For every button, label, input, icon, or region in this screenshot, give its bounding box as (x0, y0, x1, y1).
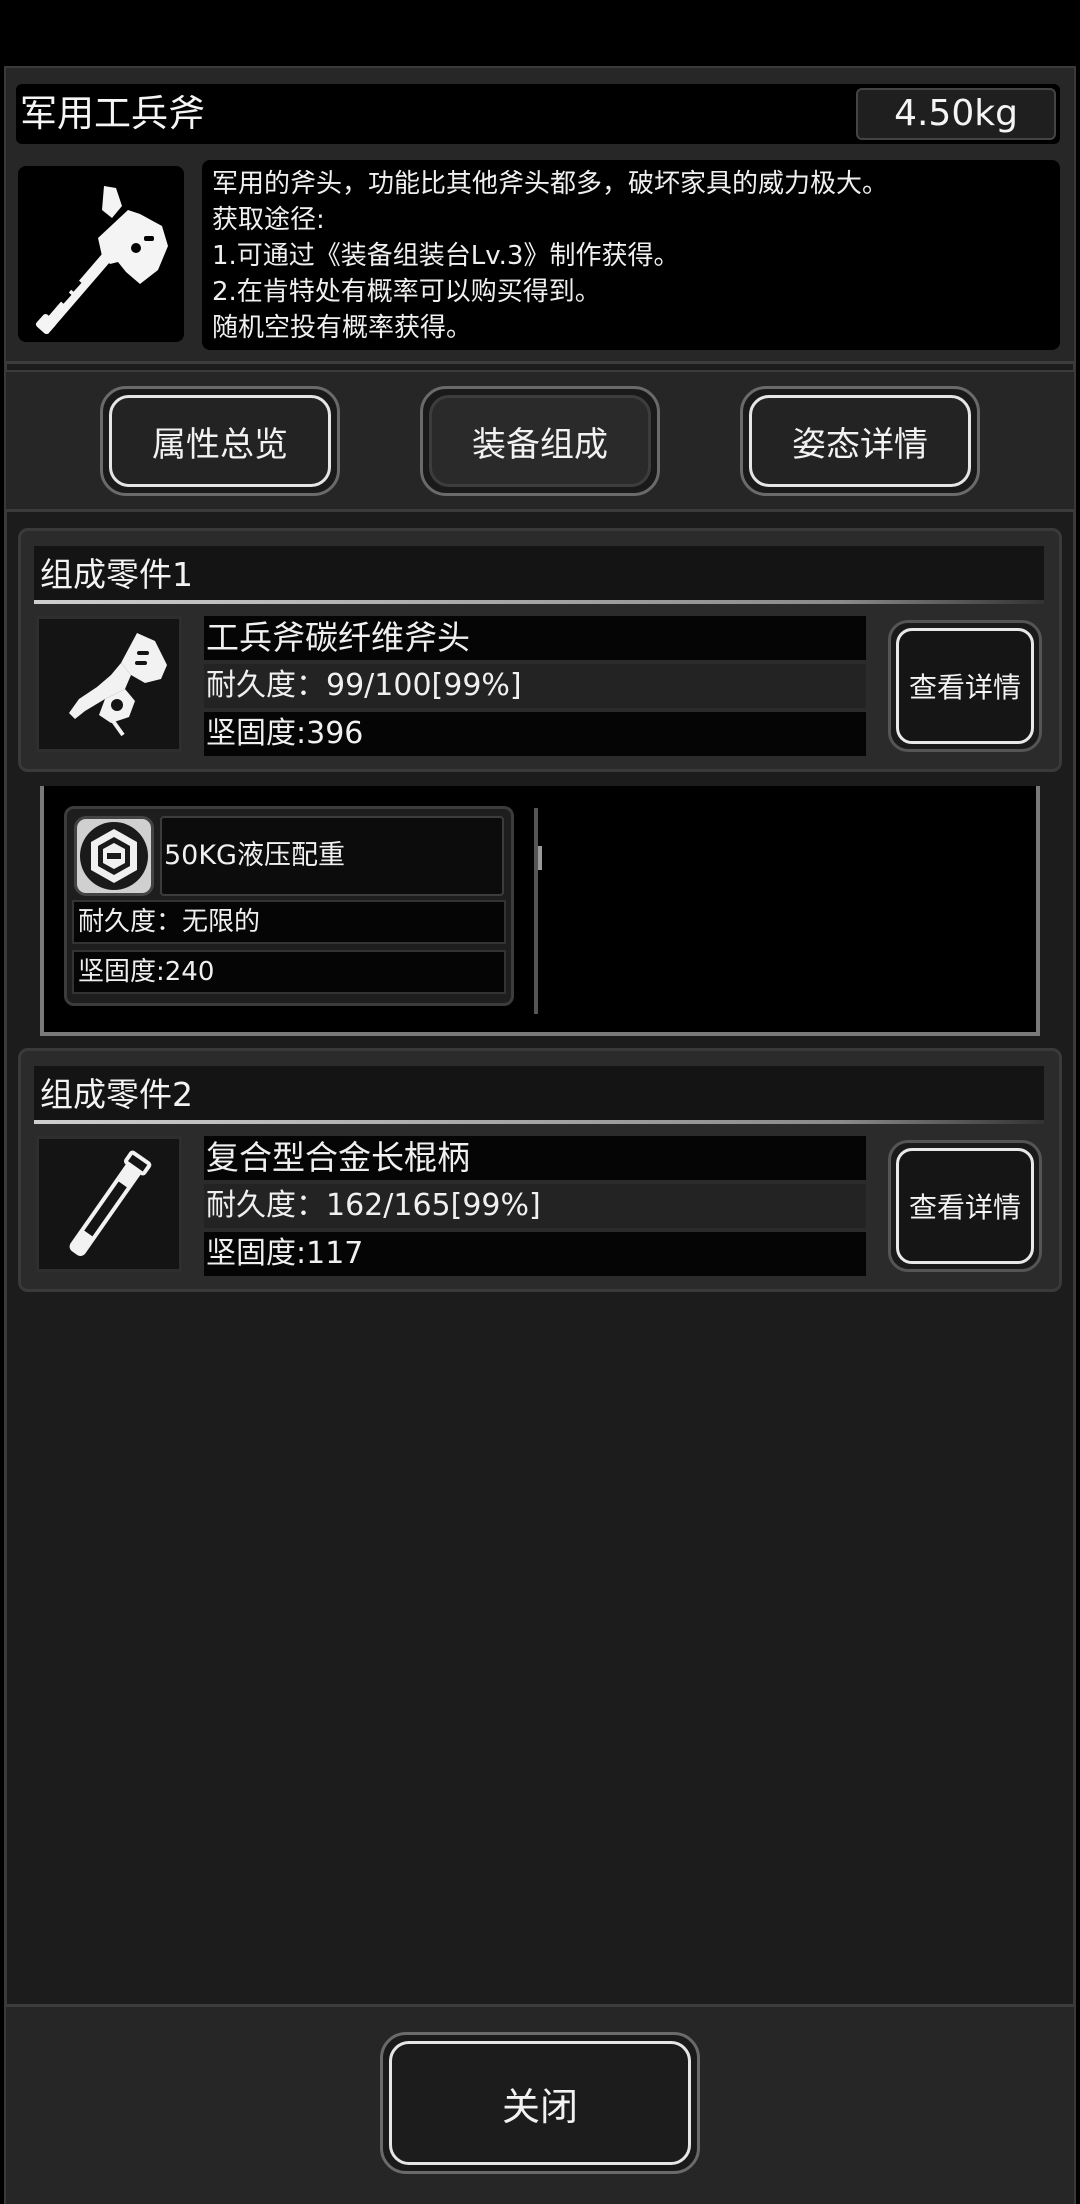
part-header-underline (34, 600, 1044, 604)
item-name: 军用工兵斧 (20, 92, 205, 135)
part-name: 复合型合金长棍柄 (204, 1136, 866, 1180)
hexagon-weight-icon (80, 822, 148, 890)
description-line: 随机空投有概率获得。 (212, 313, 473, 343)
part-header: 组成零件2 (34, 1066, 1044, 1124)
close-button-label: 关闭 (389, 2041, 691, 2165)
item-weight: 4.50kg (856, 88, 1056, 140)
part-header-underline (34, 1120, 1044, 1124)
tab-label: 装备组成 (429, 395, 651, 487)
description-line: 2.在肯特处有概率可以购买得到。 (212, 277, 601, 307)
sub-panel-scroll-indicator (538, 846, 542, 870)
handle-icon (69, 1150, 152, 1256)
tab-label: 姿态详情 (749, 395, 971, 487)
part-icon-frame (36, 1136, 182, 1272)
description-line: 获取途径: (212, 205, 325, 235)
axe-head-icon (69, 633, 167, 737)
tab-stance-details[interactable]: 姿态详情 (740, 386, 980, 496)
item-description: 军用的斧头，功能比其他斧头都多，破坏家具的威力极大。 获取途径: 1.可通过《装… (202, 160, 1060, 350)
item-icon-frame (18, 166, 184, 342)
part-firmness: 坚固度:117 (204, 1232, 866, 1276)
view-details-button[interactable]: 查看详情 (888, 620, 1042, 752)
part-durability: 耐久度：99/100[99%] (204, 664, 866, 708)
close-button[interactable]: 关闭 (380, 2032, 700, 2174)
part-firmness: 坚固度:396 (204, 712, 866, 756)
view-details-label: 查看详情 (896, 1148, 1034, 1264)
military-axe-icon (35, 186, 168, 335)
sub-part-firmness: 坚固度:240 (72, 950, 506, 994)
tab-attributes-overview[interactable]: 属性总览 (100, 386, 340, 496)
sub-panel-divider (534, 808, 538, 1014)
description-line: 军用的斧头，功能比其他斧头都多，破坏家具的威力极大。 (212, 169, 889, 199)
part-name: 工兵斧碳纤维斧头 (204, 616, 866, 660)
sub-part-name: 50KG液压配重 (160, 816, 504, 896)
part-header: 组成零件1 (34, 546, 1044, 604)
tab-label: 属性总览 (109, 395, 331, 487)
description-line: 1.可通过《装备组装台Lv.3》制作获得。 (212, 241, 680, 271)
sub-part-durability: 耐久度：无限的 (72, 900, 506, 944)
sub-part-icon-frame (74, 816, 154, 896)
tab-equipment-composition[interactable]: 装备组成 (420, 386, 660, 496)
part-icon-frame (36, 616, 182, 752)
view-details-label: 查看详情 (896, 628, 1034, 744)
view-details-button[interactable]: 查看详情 (888, 1140, 1042, 1272)
part-durability: 耐久度：162/165[99%] (204, 1184, 866, 1228)
